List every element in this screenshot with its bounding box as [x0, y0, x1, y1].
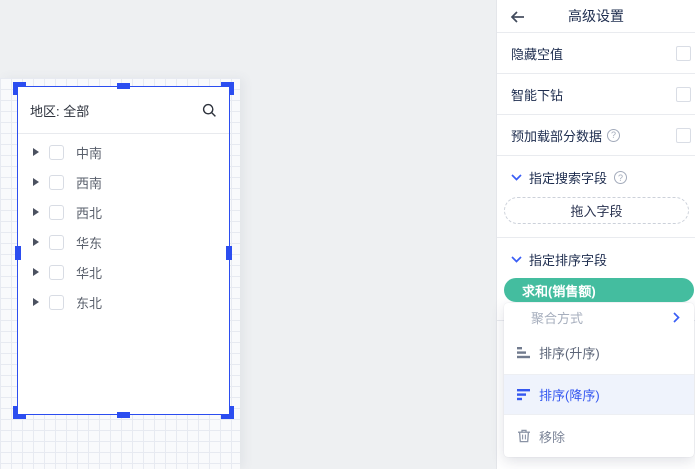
trash-icon [517, 429, 531, 443]
resize-handle-top-left[interactable] [13, 82, 26, 95]
tree-item-label: 西北 [76, 203, 102, 222]
tree-item[interactable]: 华北 [18, 257, 229, 287]
setting-label: 预加载部分数据 [511, 126, 620, 145]
dashboard-editor: 地区: 全部 中南 西南 [0, 0, 695, 469]
filter-widget-header: 地区: 全部 [18, 87, 229, 134]
tree-item-label: 华北 [76, 263, 102, 282]
setting-label: 隐藏空值 [511, 44, 563, 63]
tree-item-checkbox[interactable] [49, 295, 64, 310]
resize-handle-bottom-right[interactable] [221, 406, 234, 419]
menu-item-remove[interactable]: 移除 [504, 415, 694, 457]
tree-item-label: 西南 [76, 173, 102, 192]
tree-item-checkbox[interactable] [49, 265, 64, 280]
filter-title: 地区: 全部 [30, 101, 89, 120]
tree-item-label: 华东 [76, 233, 102, 252]
tree-item[interactable]: 西南 [18, 167, 229, 197]
caret-right-icon[interactable] [33, 268, 39, 276]
menu-item-aggregation[interactable]: 聚合方式 [504, 303, 694, 331]
caret-right-icon[interactable] [33, 178, 39, 186]
resize-handle-bottom[interactable] [117, 412, 130, 418]
tree-item-checkbox[interactable] [49, 235, 64, 250]
menu-item-label: 聚合方式 [531, 308, 583, 327]
menu-item-sort-descending[interactable]: 排序(降序) [504, 375, 694, 414]
caret-right-icon[interactable] [33, 298, 39, 306]
tree-item-checkbox[interactable] [49, 205, 64, 220]
resize-handle-bottom-left[interactable] [13, 406, 26, 419]
help-icon[interactable] [614, 171, 627, 184]
panel-title: 高级设置 [497, 6, 695, 26]
drop-field-zone[interactable]: 拖入字段 [504, 197, 689, 224]
resize-handle-top[interactable] [117, 83, 130, 89]
caret-right-icon[interactable] [33, 238, 39, 246]
setting-row-smart-drill: 智能下钻 [497, 74, 695, 115]
tree-item[interactable]: 东北 [18, 287, 229, 317]
help-icon[interactable] [607, 129, 620, 142]
tree-item[interactable]: 中南 [18, 137, 229, 167]
sort-descending-icon [517, 389, 531, 401]
resize-handle-left[interactable] [15, 246, 21, 260]
tree-item[interactable]: 西北 [18, 197, 229, 227]
setting-label: 智能下钻 [511, 85, 563, 104]
sort-field-section-header[interactable]: 指定排序字段 [511, 250, 689, 269]
chevron-right-icon [673, 312, 680, 323]
setting-row-hide-empty: 隐藏空值 [497, 33, 695, 74]
hide-empty-checkbox[interactable] [676, 46, 691, 61]
chevron-down-icon[interactable] [511, 256, 522, 263]
region-filter-widget[interactable]: 地区: 全部 中南 西南 [17, 86, 230, 415]
search-icon[interactable] [202, 103, 217, 118]
caret-right-icon[interactable] [33, 148, 39, 156]
region-tree: 中南 西南 西北 华东 [18, 134, 229, 317]
section-label: 指定搜索字段 [529, 168, 607, 187]
tree-item-label: 东北 [76, 293, 102, 312]
panel-header: 高级设置 [497, 0, 695, 33]
sort-field-section: 指定排序字段 [497, 238, 695, 269]
preload-checkbox[interactable] [676, 128, 691, 143]
menu-item-sort-ascending[interactable]: 排序(升序) [504, 331, 694, 374]
menu-item-label: 排序(降序) [539, 385, 600, 404]
sort-ascending-icon [517, 347, 531, 359]
tree-item-label: 中南 [76, 143, 102, 162]
search-field-section: 指定搜索字段 拖入字段 [497, 156, 695, 238]
design-canvas[interactable]: 地区: 全部 中南 西南 [0, 0, 496, 469]
setting-row-preload: 预加载部分数据 [497, 115, 695, 156]
tree-item-checkbox[interactable] [49, 175, 64, 190]
search-field-section-header[interactable]: 指定搜索字段 [511, 168, 689, 187]
caret-right-icon[interactable] [33, 208, 39, 216]
tree-item-checkbox[interactable] [49, 145, 64, 160]
sort-field-pill[interactable]: 求和(销售额) [504, 278, 694, 302]
menu-item-label: 排序(升序) [539, 343, 600, 362]
smart-drill-checkbox[interactable] [676, 87, 691, 102]
chevron-down-icon[interactable] [511, 174, 522, 181]
section-label: 指定排序字段 [529, 250, 607, 269]
field-context-menu: 聚合方式 排序(升序) [504, 303, 694, 457]
resize-handle-right[interactable] [226, 246, 232, 260]
advanced-settings-panel: 高级设置 隐藏空值 智能下钻 预加载部分数据 指 [496, 0, 695, 469]
menu-item-label: 移除 [539, 427, 565, 446]
tree-item[interactable]: 华东 [18, 227, 229, 257]
resize-handle-top-right[interactable] [221, 82, 234, 95]
